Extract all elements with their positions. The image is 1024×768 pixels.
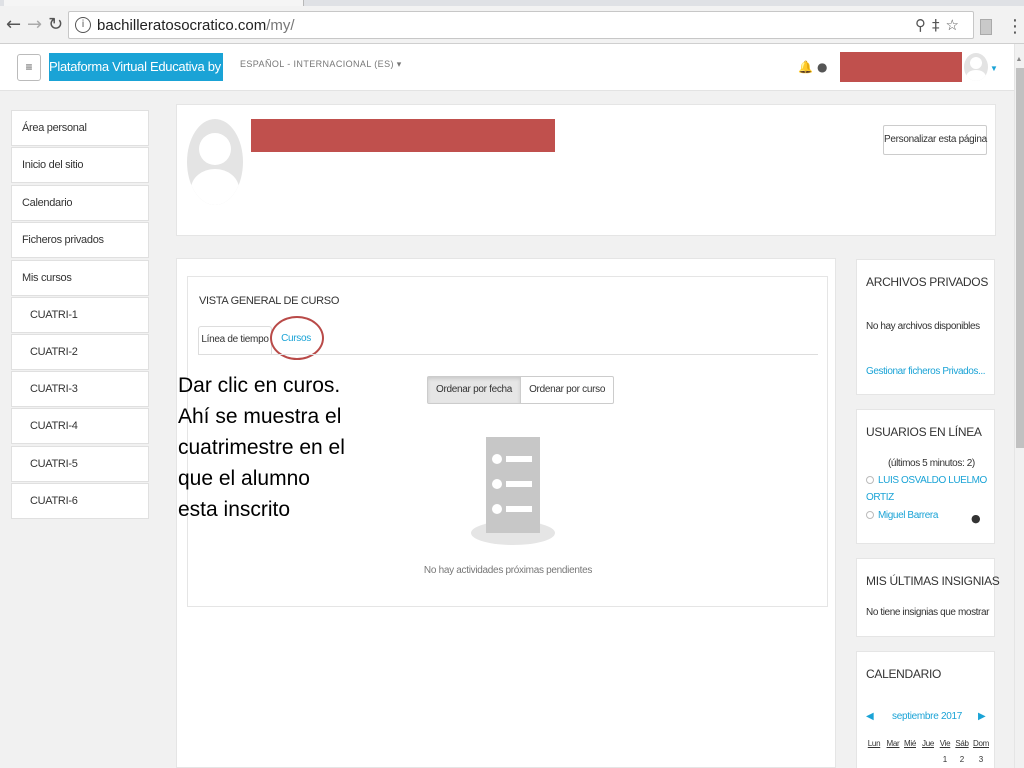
private-files-block: ARCHIVOS PRIVADOS No hay archivos dispon… bbox=[856, 259, 995, 395]
bell-icon[interactable]: 🔔 bbox=[798, 60, 813, 74]
sidebar-item-area-personal[interactable]: Área personal bbox=[11, 110, 149, 146]
annotation-line: que el alumno bbox=[178, 467, 310, 490]
tab-timeline[interactable]: Línea de tiempo bbox=[198, 326, 272, 354]
info-icon[interactable]: i bbox=[75, 17, 91, 33]
calendar-date[interactable]: 1 bbox=[937, 755, 953, 764]
online-users-block: USUARIOS EN LÍNEA (últimos 5 minutos: 2)… bbox=[856, 409, 995, 544]
profile-avatar bbox=[187, 119, 243, 205]
scroll-up-icon[interactable]: ▲ bbox=[1014, 56, 1024, 63]
course-overview-title: VISTA GENERAL DE CURSO bbox=[199, 295, 340, 307]
user-avatar-icon bbox=[866, 476, 874, 485]
caret-down-icon: ▾ bbox=[396, 59, 402, 69]
sidebar-item-cuatri-5[interactable]: CUATRI-5 bbox=[11, 446, 149, 482]
screen: ← → ↻ i bachilleratosocratico.com/my/ ⚲‡… bbox=[0, 0, 1024, 768]
pin-icon[interactable]: ‡ bbox=[932, 16, 946, 34]
calendar-date[interactable]: 3 bbox=[973, 755, 989, 764]
sort-button-group: Ordenar por fecha Ordenar por curso bbox=[427, 376, 615, 404]
empty-activities-message: No hay actividades próximas pendientes bbox=[423, 565, 593, 576]
sidebar-item-cuatri-1[interactable]: CUATRI-1 bbox=[11, 297, 149, 333]
scrollbar-thumb[interactable] bbox=[1016, 68, 1024, 448]
arrow-left-icon[interactable]: ← bbox=[6, 12, 21, 38]
annotation-text: Dar clic en curos. Ahí se muestra el cua… bbox=[178, 370, 388, 525]
sidebar-item-cuatri-2[interactable]: CUATRI-2 bbox=[11, 334, 149, 370]
next-month-icon[interactable]: ▶ bbox=[978, 711, 986, 722]
calendar-weekday: Vie bbox=[939, 739, 951, 748]
manage-private-files-link[interactable]: Gestionar ficheros Privados... bbox=[866, 366, 986, 377]
sidebar-item-calendario[interactable]: Calendario bbox=[11, 185, 149, 221]
menu-toggle-icon[interactable]: ≡ bbox=[17, 54, 41, 81]
redacted-username[interactable] bbox=[840, 52, 962, 82]
redacted-full-name bbox=[251, 119, 555, 152]
arrow-right-icon[interactable]: → bbox=[27, 12, 42, 38]
annotation-line: cuatrimestre en el bbox=[178, 436, 345, 459]
omnibox-actions: ⚲‡☆ bbox=[915, 16, 965, 34]
star-icon[interactable]: ☆ bbox=[946, 16, 965, 34]
empty-activities-illustration-icon bbox=[471, 437, 555, 545]
calendar-weekday: Mar bbox=[886, 739, 900, 748]
badges-block: MIS ÚLTIMAS INSIGNIAS No tiene insignias… bbox=[856, 558, 1000, 637]
address-bar[interactable]: i bachilleratosocratico.com/my/ ⚲‡☆ bbox=[68, 11, 974, 39]
badges-empty: No tiene insignias que mostrar bbox=[866, 607, 990, 618]
online-users-title: USUARIOS EN LÍNEA bbox=[866, 425, 982, 439]
calendar-weekday: Lun bbox=[867, 739, 881, 748]
private-files-empty: No hay archivos disponibles bbox=[866, 321, 980, 332]
magnifier-icon[interactable]: ⚲ bbox=[915, 16, 932, 34]
chat-icon[interactable]: ● bbox=[817, 60, 827, 74]
annotation-line: Dar clic en curos. bbox=[178, 374, 341, 397]
calendar-weekday: Mié bbox=[904, 739, 916, 748]
language-label: ESPAÑOL - INTERNACIONAL (ES) bbox=[240, 59, 394, 69]
browser-toolbar: ← → ↻ i bachilleratosocratico.com/my/ ⚲‡… bbox=[0, 6, 1024, 44]
online-user-link[interactable]: LUIS OSVALDO LUELMO bbox=[866, 475, 987, 486]
online-user-name: LUIS OSVALDO LUELMO bbox=[878, 475, 987, 486]
browser-menu-icon[interactable]: ⋮ bbox=[1006, 16, 1024, 37]
sidebar-item-cuatri-3[interactable]: CUATRI-3 bbox=[11, 371, 149, 407]
url-host: bachilleratosocratico.com bbox=[97, 17, 267, 34]
language-menu[interactable]: ESPAÑOL - INTERNACIONAL (ES) ▾ bbox=[240, 59, 402, 70]
calendar-weekday: Sáb bbox=[955, 739, 969, 748]
sidebar-item-cuatri-4[interactable]: CUATRI-4 bbox=[11, 408, 149, 444]
sort-by-date-button[interactable]: Ordenar por fecha bbox=[428, 377, 522, 403]
message-icon[interactable]: ● bbox=[971, 512, 981, 525]
sidebar-item-mis-cursos[interactable]: Mis cursos bbox=[11, 260, 149, 296]
sidebar-item-inicio-del-sitio[interactable]: Inicio del sitio bbox=[11, 147, 149, 183]
url-text: bachilleratosocratico.com/my/ bbox=[97, 17, 295, 34]
user-avatar[interactable] bbox=[964, 53, 988, 81]
previous-month-icon[interactable]: ◀ bbox=[866, 711, 874, 722]
site-navbar: ≡ Plataforma Virtual Educativa by ILAT E… bbox=[0, 44, 1014, 91]
online-user-link[interactable]: Miguel Barrera bbox=[866, 510, 938, 521]
calendar-title: CALENDARIO bbox=[866, 667, 942, 681]
calendar-block: CALENDARIO ◀ septiembre 2017 ▶ Lun Mar M… bbox=[856, 651, 995, 768]
user-avatar-icon bbox=[866, 511, 874, 520]
page-header: Personalizar esta página bbox=[176, 104, 996, 236]
customize-page-button[interactable]: Personalizar esta página bbox=[883, 125, 987, 155]
online-user-link-continued[interactable]: ORTIZ bbox=[866, 492, 894, 503]
sidebar-item-ficheros-privados[interactable]: Ficheros privados bbox=[11, 222, 149, 258]
calendar-weekday: Jue bbox=[922, 739, 934, 748]
online-users-period: (últimos 5 minutos: 2) bbox=[888, 458, 975, 469]
annotation-line: Ahí se muestra el bbox=[178, 405, 342, 428]
online-user-name: Miguel Barrera bbox=[878, 510, 938, 521]
sidebar-item-cuatri-6[interactable]: CUATRI-6 bbox=[11, 483, 149, 519]
sort-by-course-button[interactable]: Ordenar por curso bbox=[521, 377, 613, 403]
site-brand[interactable]: Plataforma Virtual Educativa by ILAT bbox=[49, 53, 250, 81]
extension-icon[interactable] bbox=[980, 19, 992, 35]
url-path: /my/ bbox=[266, 17, 295, 34]
badges-title: MIS ÚLTIMAS INSIGNIAS bbox=[866, 574, 1000, 588]
private-files-title: ARCHIVOS PRIVADOS bbox=[866, 275, 989, 289]
user-menu-caret-icon[interactable]: ▼ bbox=[990, 64, 998, 73]
tabs-divider bbox=[198, 354, 818, 355]
calendar-month[interactable]: septiembre 2017 bbox=[879, 711, 975, 722]
calendar-weekday: Dom bbox=[973, 739, 989, 748]
reload-icon[interactable]: ↻ bbox=[48, 12, 63, 38]
annotation-line: esta inscrito bbox=[178, 498, 291, 521]
page-scrollbar[interactable] bbox=[1014, 44, 1024, 768]
calendar-date[interactable]: 2 bbox=[954, 755, 970, 764]
